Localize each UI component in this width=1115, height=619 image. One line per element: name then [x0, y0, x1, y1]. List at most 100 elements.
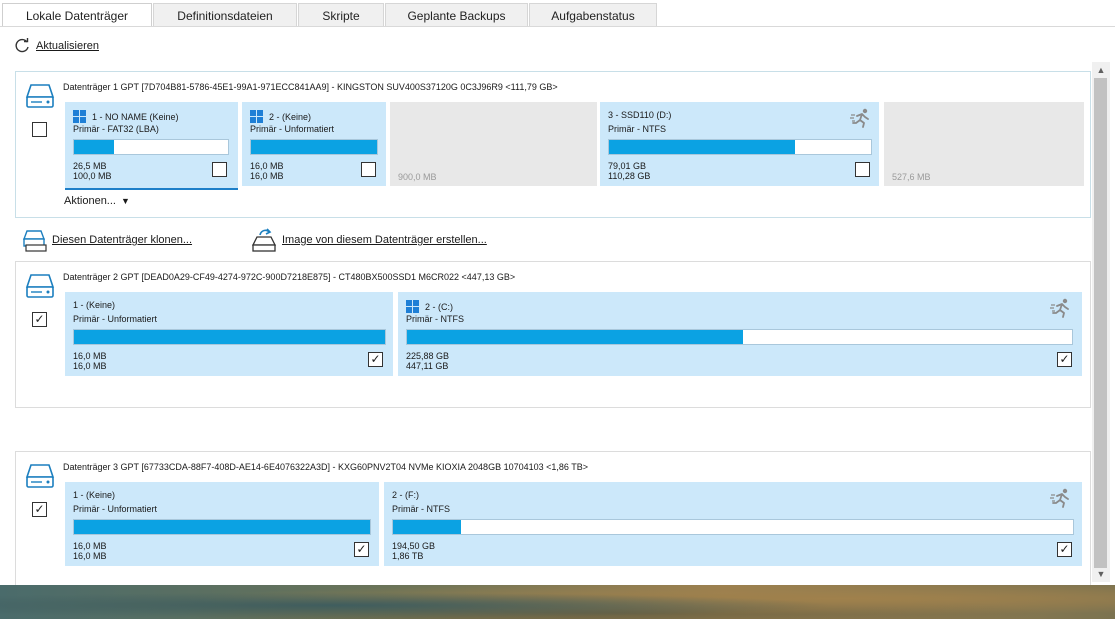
usage-bar	[73, 329, 386, 345]
partition-used: 16,0 MB	[73, 351, 107, 361]
usage-fill	[407, 330, 743, 344]
usage-bar	[392, 519, 1074, 535]
partition-checkbox[interactable]: ✓	[1057, 542, 1072, 557]
usage-bar	[406, 329, 1073, 345]
hard-disk-icon	[25, 84, 55, 108]
hard-disk-icon	[25, 464, 55, 488]
usage-fill	[609, 140, 796, 154]
partition-used: 225,88 GB	[406, 351, 450, 361]
running-man-icon	[1050, 298, 1069, 318]
running-man-icon	[1050, 488, 1069, 508]
partition-total: 447,11 GB	[406, 361, 449, 371]
tab-geplante-backups[interactable]: Geplante Backups	[385, 3, 528, 27]
app-window: Lokale Datenträger Definitionsdateien Sk…	[0, 0, 1115, 585]
partition-total: 110,28 GB	[608, 171, 651, 181]
partition-used: 16,0 MB	[250, 161, 284, 171]
disk-1-partition-2[interactable]: 2 - (Keine) Primär - Unformatiert 16,0 M…	[242, 102, 386, 186]
partition-checkbox[interactable]: ✓	[354, 542, 369, 557]
usage-bar	[73, 519, 371, 535]
disk-2-partition-2[interactable]: 2 - (C:) Primär - NTFS 225,88 GB 447,11 …	[398, 292, 1082, 376]
disk-1-header: Datenträger 1 GPT [7D704B81-5786-45E1-99…	[63, 82, 558, 92]
refresh-icon	[15, 38, 29, 53]
partition-name: 1 - (Keine)	[73, 490, 116, 500]
partition-name: 1 - (Keine)	[73, 300, 116, 310]
partition-total: 1,86 TB	[392, 551, 424, 561]
disk-3-partition-1[interactable]: 1 - (Keine) Primär - Unformatiert 16,0 M…	[65, 482, 379, 566]
disk-1-checkbox[interactable]	[32, 122, 47, 137]
scroll-thumb[interactable]	[1094, 78, 1107, 568]
usage-bar	[250, 139, 378, 155]
partition-used: 26,5 MB	[73, 161, 107, 171]
partition-checkbox[interactable]	[212, 162, 227, 177]
disk-3-partition-2[interactable]: 2 - (F:) Primär - NTFS 194,50 GB 1,86 TB…	[384, 482, 1082, 566]
partition-used: 79,01 GB	[608, 161, 647, 171]
disk-2-checkbox[interactable]: ✓	[32, 312, 47, 327]
usage-fill	[393, 520, 461, 534]
disk-2-header: Datenträger 2 GPT [DEAD0A29-CF49-4274-97…	[63, 272, 516, 282]
tab-skripte[interactable]: Skripte	[298, 3, 384, 27]
partition-checkbox[interactable]	[361, 162, 376, 177]
tab-aufgabenstatus[interactable]: Aufgabenstatus	[529, 3, 657, 27]
create-image-icon	[252, 228, 277, 252]
partition-used: 16,0 MB	[73, 541, 107, 551]
partition-type: Primär - NTFS	[406, 314, 464, 324]
windows-icon	[406, 300, 419, 313]
disk-3-checkbox[interactable]: ✓	[32, 502, 47, 517]
scroll-down-icon[interactable]: ▼	[1092, 566, 1110, 582]
disk-1-partition-1[interactable]: 1 - NO NAME (Keine) Primär - FAT32 (LBA)…	[65, 102, 238, 190]
hard-disk-icon	[25, 274, 55, 298]
disk-2-partition-1[interactable]: 1 - (Keine) Primär - Unformatiert 16,0 M…	[65, 292, 393, 376]
unallocated-size: 900,0 MB	[398, 172, 437, 182]
vertical-scrollbar[interactable]: ▲ ▼	[1092, 62, 1110, 582]
clone-disk-link[interactable]: Diesen Datenträger klonen...	[22, 228, 192, 252]
disk-1-panel: Datenträger 1 GPT [7D704B81-5786-45E1-99…	[15, 71, 1091, 218]
actions-menu-button[interactable]: Aktionen... ▼	[64, 195, 130, 207]
actions-label: Aktionen...	[64, 195, 116, 207]
tab-definitionsdateien[interactable]: Definitionsdateien	[153, 3, 297, 27]
partition-checkbox[interactable]: ✓	[368, 352, 383, 367]
refresh-button[interactable]: Aktualisieren	[13, 37, 99, 55]
caret-down-icon: ▼	[120, 196, 130, 206]
partition-total: 16,0 MB	[250, 171, 284, 181]
partition-total: 16,0 MB	[73, 361, 107, 371]
disk-2-panel: Datenträger 2 GPT [DEAD0A29-CF49-4274-97…	[15, 261, 1091, 408]
partition-type: Primär - NTFS	[392, 504, 450, 514]
partition-type: Primär - Unformatiert	[250, 124, 335, 134]
create-image-label[interactable]: Image von diesem Datenträger erstellen..…	[282, 234, 487, 246]
partition-used: 194,50 GB	[392, 541, 436, 551]
windows-icon	[73, 110, 86, 123]
disk-1-partition-3[interactable]: 3 - SSD110 (D:) Primär - NTFS 79,01 GB 1…	[600, 102, 879, 186]
disk-1-unallocated-2[interactable]: 527,6 MB	[884, 102, 1084, 186]
usage-bar	[608, 139, 872, 155]
tab-divider	[0, 26, 1115, 27]
tab-lokale-datentraeger[interactable]: Lokale Datenträger	[2, 3, 152, 27]
clone-disk-label[interactable]: Diesen Datenträger klonen...	[52, 234, 192, 246]
usage-bar	[73, 139, 229, 155]
usage-fill	[74, 330, 385, 344]
usage-fill	[74, 520, 370, 534]
partition-type: Primär - NTFS	[608, 124, 666, 134]
partition-type: Primär - Unformatiert	[73, 504, 158, 514]
partition-name: 2 - (F:)	[392, 490, 419, 500]
disk-1-unallocated-1[interactable]: 900,0 MB	[390, 102, 597, 186]
refresh-label[interactable]: Aktualisieren	[36, 40, 99, 52]
partition-name: 2 - (Keine)	[269, 111, 312, 122]
partition-type: Primär - Unformatiert	[73, 314, 158, 324]
windows-icon	[250, 110, 263, 123]
disk-3-header: Datenträger 3 GPT [67733CDA-88F7-408D-AE…	[63, 462, 588, 472]
partition-total: 16,0 MB	[73, 551, 107, 561]
partition-name: 2 - (C:)	[425, 301, 453, 312]
disk-3-panel: Datenträger 3 GPT [67733CDA-88F7-408D-AE…	[15, 451, 1091, 585]
partition-name: 3 - SSD110 (D:)	[608, 110, 672, 120]
scroll-up-icon[interactable]: ▲	[1092, 62, 1110, 78]
unallocated-size: 527,6 MB	[892, 172, 931, 182]
partition-checkbox[interactable]: ✓	[1057, 352, 1072, 367]
partition-type: Primär - FAT32 (LBA)	[73, 124, 159, 134]
partition-name: 1 - NO NAME (Keine)	[92, 111, 179, 122]
partition-checkbox[interactable]	[855, 162, 870, 177]
running-man-icon	[850, 108, 869, 128]
clone-disk-icon	[22, 230, 47, 252]
tab-bar: Lokale Datenträger Definitionsdateien Sk…	[2, 3, 658, 27]
usage-fill	[74, 140, 115, 154]
create-image-link[interactable]: Image von diesem Datenträger erstellen..…	[252, 228, 487, 252]
